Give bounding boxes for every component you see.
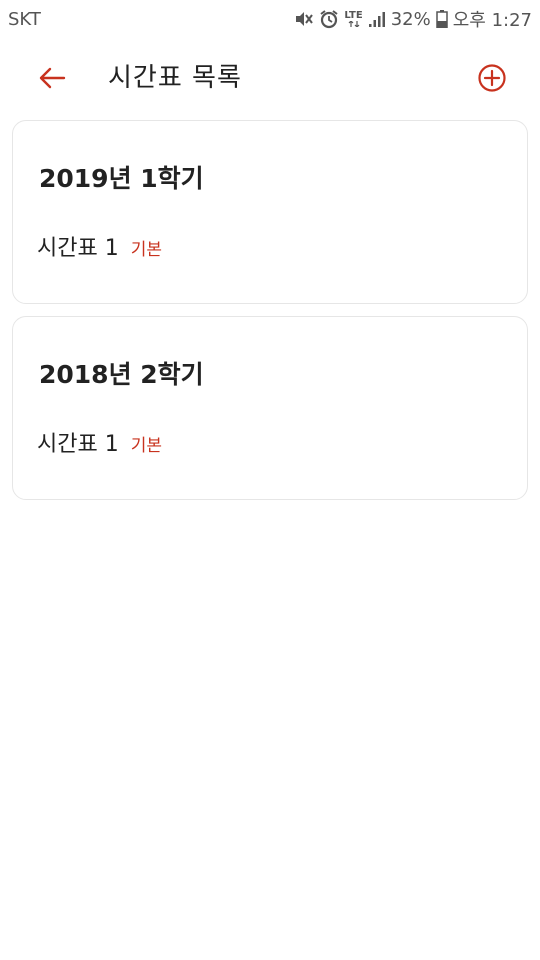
timetable-name: 시간표 1 — [37, 432, 119, 457]
semester-list: 2019년 1학기 시간표 1 기본 2018년 2학기 시간표 1 기본 — [12, 120, 528, 512]
status-bar: SKT LTE 32% 오후 1:27 — [0, 0, 540, 38]
status-right: LTE 32% 오후 1:27 — [294, 6, 532, 32]
network-type: LTE — [344, 10, 363, 27]
timetable-row: 시간표 1 기본 — [37, 431, 162, 459]
alarm-icon — [319, 9, 339, 29]
network-type-label: LTE — [344, 10, 363, 21]
carrier-name: SKT — [8, 8, 41, 30]
default-badge: 기본 — [130, 240, 162, 260]
semester-card[interactable]: 2018년 2학기 시간표 1 기본 — [12, 316, 528, 500]
semester-title: 2018년 2학기 — [39, 360, 204, 389]
app-bar: 시간표 목록 — [0, 50, 540, 106]
status-left: SKT — [8, 9, 41, 30]
semester-card[interactable]: 2019년 1학기 시간표 1 기본 — [12, 120, 528, 304]
back-button[interactable] — [32, 58, 72, 98]
clock: 오후 1:27 — [452, 10, 532, 31]
timetable-row: 시간표 1 기본 — [37, 235, 162, 263]
page-title: 시간표 목록 — [108, 63, 242, 93]
add-timetable-button[interactable] — [472, 58, 512, 98]
signal-icon — [368, 10, 386, 28]
timetable-name: 시간표 1 — [37, 236, 119, 261]
default-badge: 기본 — [130, 436, 162, 456]
arrow-left-icon — [39, 67, 66, 89]
semester-title: 2019년 1학기 — [39, 164, 204, 193]
mute-icon — [294, 10, 314, 28]
plus-circle-icon — [478, 64, 506, 92]
data-arrows-icon — [348, 21, 359, 27]
battery-percent: 32% — [390, 8, 431, 30]
battery-icon — [435, 10, 448, 28]
